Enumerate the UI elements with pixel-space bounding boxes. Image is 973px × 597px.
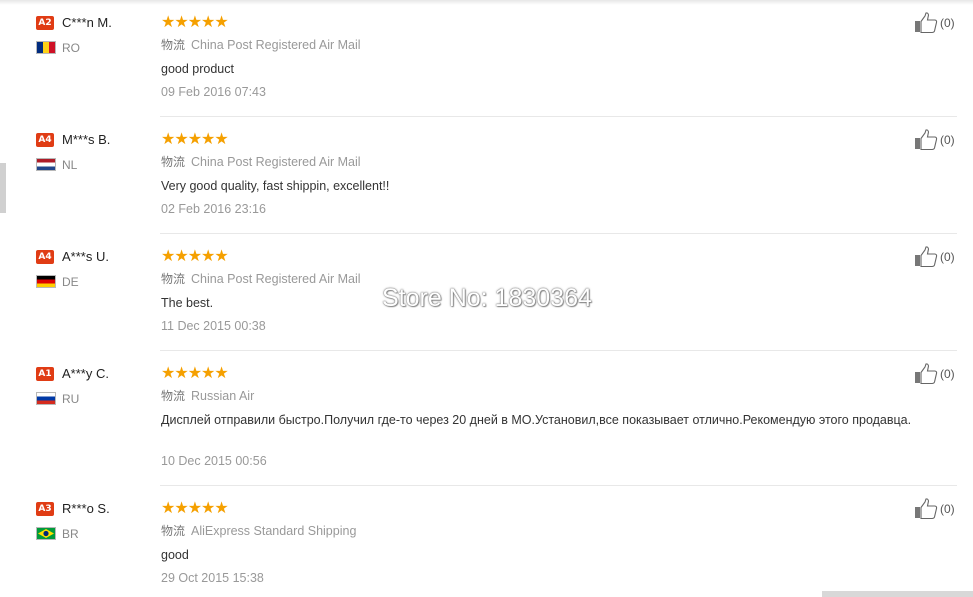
country-flag-icon	[36, 392, 56, 405]
buyer-level-badge: A2	[36, 16, 54, 30]
buyer-name: A***s U.	[62, 249, 109, 264]
review-divider	[160, 350, 957, 351]
logistics-info: 物流 AliExpress Standard Shipping	[161, 522, 356, 540]
bottom-edge	[822, 591, 973, 597]
buyer-level-badge: A4	[36, 250, 54, 264]
buyer-country: RU	[62, 392, 80, 406]
store-watermark: Store No: 1830364	[382, 284, 592, 312]
review-date: 29 Oct 2015 15:38	[161, 571, 264, 585]
review-divider	[160, 233, 957, 234]
useful-count: (0)	[940, 133, 955, 147]
buyer-level-badge: A1	[36, 367, 54, 381]
shipping-method: China Post Registered Air Mail	[191, 272, 361, 286]
review-divider	[160, 116, 957, 117]
buyer-country: NL	[62, 158, 78, 172]
logistics-tag: 物流	[161, 389, 186, 403]
country-flag-icon	[36, 527, 56, 540]
star-rating: ★★★★★	[161, 129, 229, 148]
review-date: 11 Dec 2015 00:38	[161, 319, 266, 333]
review-date: 09 Feb 2016 07:43	[161, 85, 266, 99]
top-shadow	[0, 0, 973, 5]
scroll-edge	[0, 163, 6, 213]
review-text: good product	[161, 62, 234, 76]
country-flag-icon	[36, 41, 56, 54]
useful-count: (0)	[940, 16, 955, 30]
star-rating: ★★★★★	[161, 12, 229, 31]
star-rating: ★★★★★	[161, 498, 229, 517]
review-date: 10 Dec 2015 00:56	[161, 454, 267, 468]
shipping-method: Russian Air	[191, 389, 255, 403]
buyer-country: DE	[62, 275, 79, 289]
review-text: good	[161, 548, 189, 562]
buyer-name: C***n M.	[62, 15, 112, 30]
logistics-info: 物流 China Post Registered Air Mail	[161, 36, 361, 54]
useful-count: (0)	[940, 250, 955, 264]
useful-count: (0)	[940, 502, 955, 516]
review-text: Very good quality, fast shippin, excelle…	[161, 179, 390, 193]
star-rating: ★★★★★	[161, 246, 229, 265]
shipping-method: China Post Registered Air Mail	[191, 38, 361, 52]
logistics-info: 物流 Russian Air	[161, 387, 254, 405]
buyer-country: BR	[62, 527, 79, 541]
buyer-level-badge: A3	[36, 502, 54, 516]
review-date: 02 Feb 2016 23:16	[161, 202, 266, 216]
logistics-tag: 物流	[161, 524, 186, 538]
shipping-method: AliExpress Standard Shipping	[191, 524, 357, 538]
buyer-name: M***s B.	[62, 132, 111, 147]
country-flag-icon	[36, 275, 56, 288]
logistics-tag: 物流	[161, 38, 186, 52]
review-text: Дисплей отправили быстро.Получил где-то …	[161, 413, 912, 427]
country-flag-icon	[36, 158, 56, 171]
star-rating: ★★★★★	[161, 363, 229, 382]
logistics-tag: 物流	[161, 155, 186, 169]
buyer-name: R***o S.	[62, 501, 110, 516]
logistics-info: 物流 China Post Registered Air Mail	[161, 270, 361, 288]
buyer-level-badge: A4	[36, 133, 54, 147]
shipping-method: China Post Registered Air Mail	[191, 155, 361, 169]
review-divider	[160, 485, 957, 486]
logistics-info: 物流 China Post Registered Air Mail	[161, 153, 361, 171]
logistics-tag: 物流	[161, 272, 186, 286]
useful-count: (0)	[940, 367, 955, 381]
buyer-name: A***y C.	[62, 366, 109, 381]
buyer-country: RO	[62, 41, 80, 55]
